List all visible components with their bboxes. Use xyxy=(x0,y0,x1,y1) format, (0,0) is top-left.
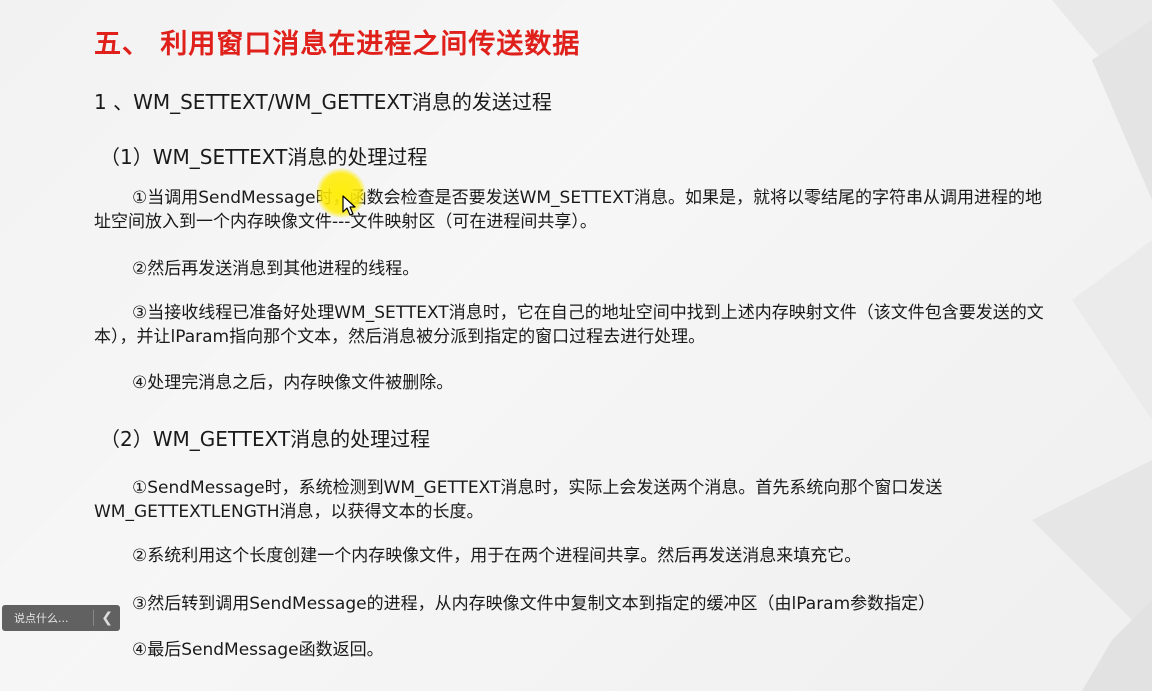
subsection-heading-settext: （1）WM_SETTEXT消息的处理过程 xyxy=(100,145,428,169)
paragraph-settext-1: ①当调用SendMessage时，函数会检查是否要发送WM_SETTEXT消息。… xyxy=(94,188,1043,232)
section-heading: 1 、WM_SETTEXT/WM_GETTEXT消息的发送过程 xyxy=(94,90,552,114)
danmaku-placeholder[interactable]: 说点什么... xyxy=(2,610,93,626)
chevron-left-icon[interactable]: ❮ xyxy=(94,610,120,626)
cursor-highlight xyxy=(316,168,366,218)
paragraph-settext-4: ④处理完消息之后，内存映像文件被删除。 xyxy=(132,373,454,393)
paragraph-gettext-1: ①SendMessage时，系统检测到WM_GETTEXT消息时，实际上会发送两… xyxy=(94,478,943,522)
subsection-heading-gettext: （2）WM_GETTEXT消息的处理过程 xyxy=(100,427,431,451)
paragraph-settext-3: ③当接收线程已准备好处理WM_SETTEXT消息时，它在自己的地址空间中找到上述… xyxy=(94,303,1044,347)
slide: 五、 利用窗口消息在进程之间传送数据 1 、WM_SETTEXT/WM_GETT… xyxy=(0,0,1152,691)
slide-title: 五、 利用窗口消息在进程之间传送数据 xyxy=(94,29,581,60)
danmaku-input[interactable]: 说点什么... ❮ xyxy=(2,605,120,631)
paragraph-gettext-2: ②系统利用这个长度创建一个内存映像文件，用于在两个进程间共享。然后再发送消息来填… xyxy=(132,546,862,566)
paragraph-gettext-3: ③然后转到调用SendMessage的进程，从内存映像文件中复制文本到指定的缓冲… xyxy=(132,594,936,614)
paragraph-gettext-4: ④最后SendMessage函数返回。 xyxy=(132,640,384,660)
paragraph-settext-2: ②然后再发送消息到其他进程的线程。 xyxy=(132,259,420,279)
pointer-cursor-icon xyxy=(342,195,356,216)
